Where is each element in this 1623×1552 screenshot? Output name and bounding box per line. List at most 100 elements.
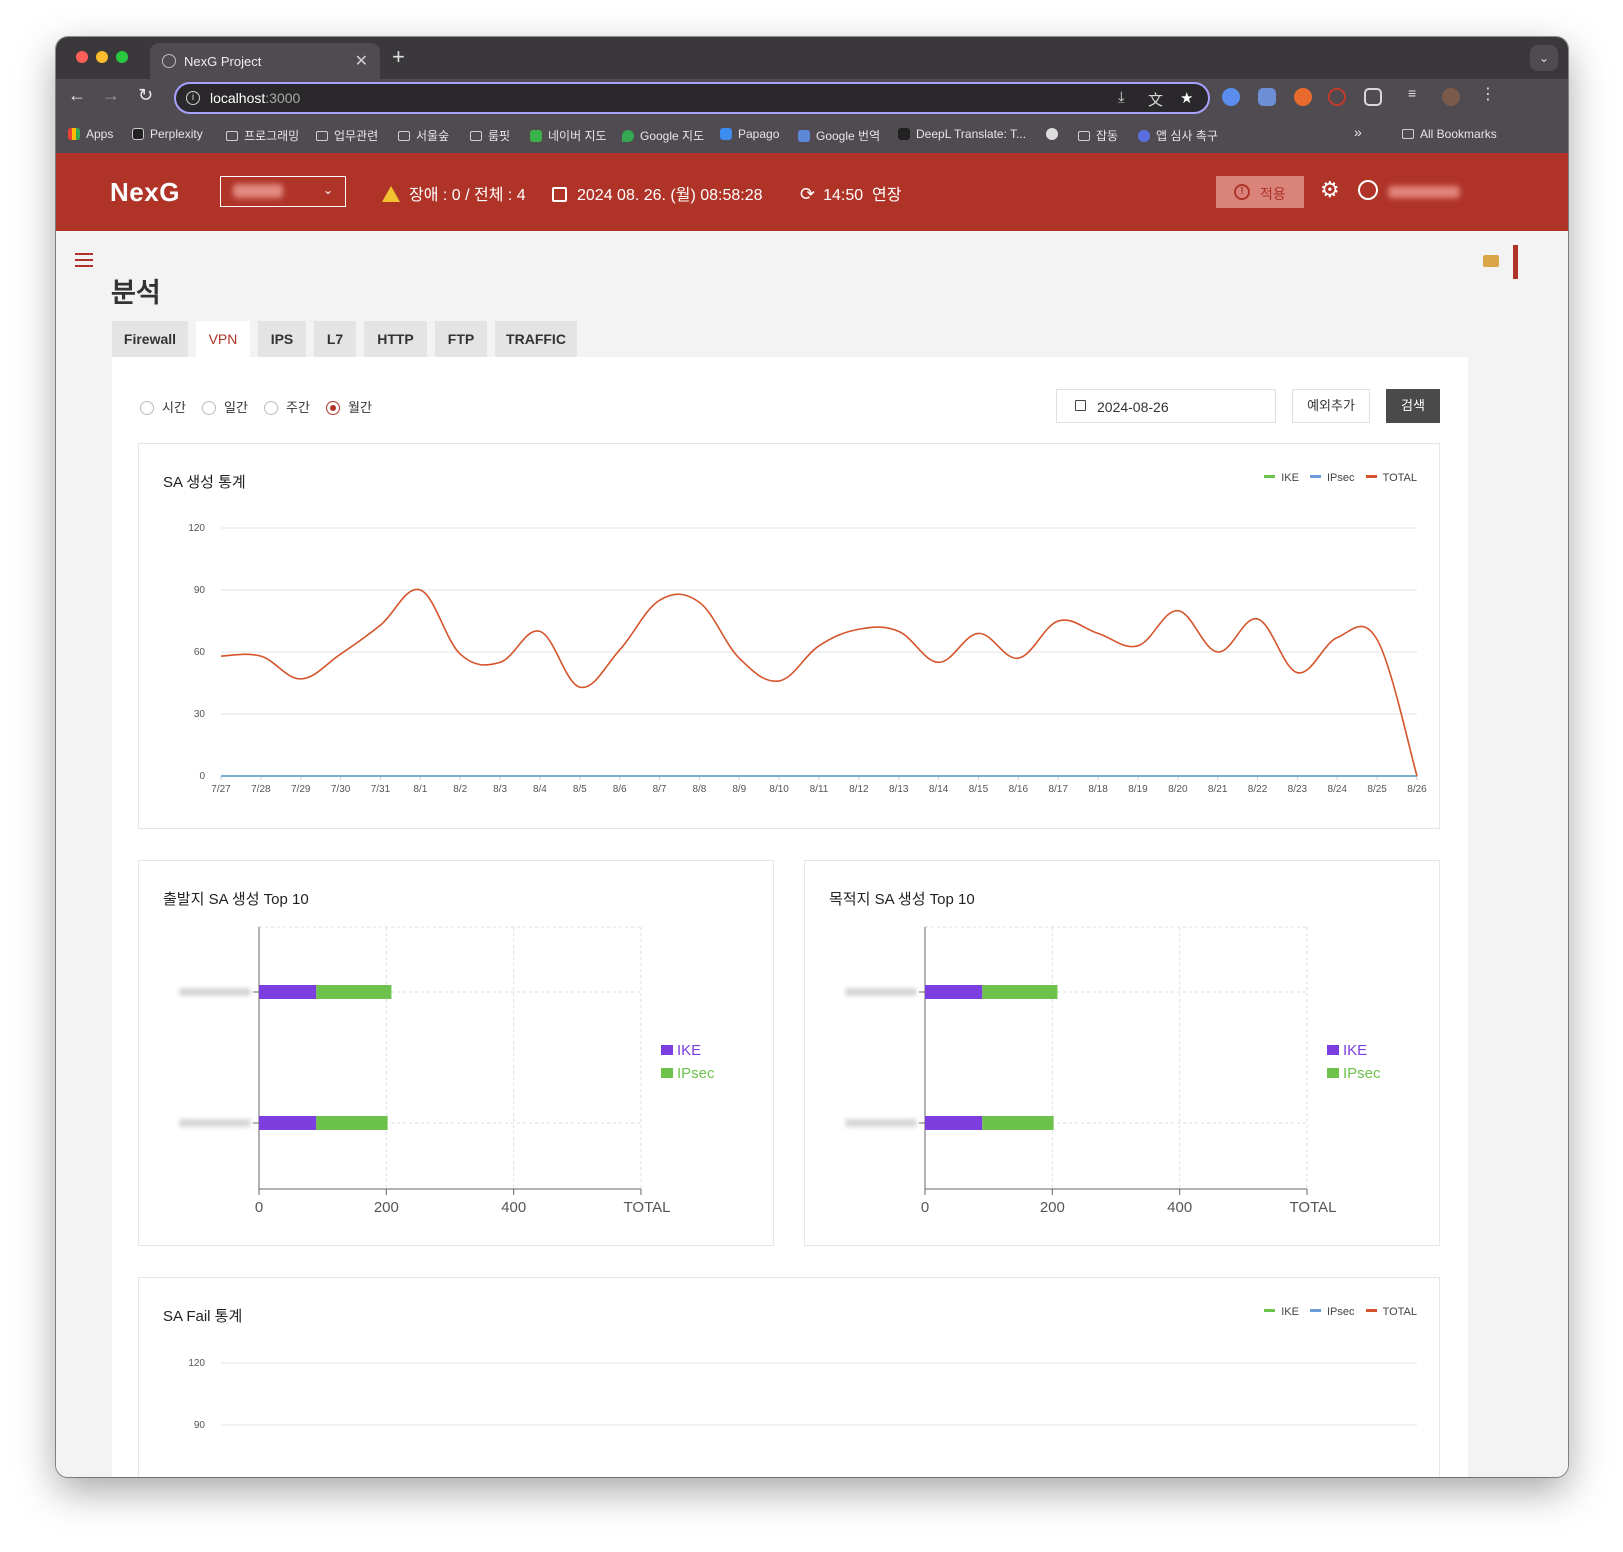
bookmark-apps[interactable]: Apps xyxy=(68,127,113,141)
bookmark-deepl[interactable]: DeepL Translate: T... xyxy=(898,127,1026,141)
bookmarks-overflow-button[interactable]: » xyxy=(1354,124,1362,140)
back-arrow-icon[interactable]: ← xyxy=(68,85,86,106)
bookmark-folder-programming[interactable]: 프로그래밍 xyxy=(226,127,299,144)
x-tick-label: 8/23 xyxy=(1288,784,1308,795)
close-window-button[interactable] xyxy=(76,51,88,63)
address-bar[interactable]: i localhost:3000 ⤓ 文 ★ xyxy=(174,82,1210,114)
naver-map-icon xyxy=(530,130,542,142)
bookmark-folder-misc[interactable]: 잡동 xyxy=(1078,127,1118,144)
all-bookmarks-folder[interactable]: All Bookmarks xyxy=(1402,127,1497,141)
source-top10-bar-chart: 0 200 400 TOTAL IKE IPsec xyxy=(179,926,715,1216)
bookmark-folder-work[interactable]: 업무관련 xyxy=(316,127,378,144)
menu-icon[interactable] xyxy=(75,253,93,271)
legend-swatch-ipsec xyxy=(1327,1068,1339,1078)
new-tab-button[interactable]: + xyxy=(392,44,405,70)
google-translate-icon xyxy=(798,130,810,142)
site-info-icon[interactable]: i xyxy=(186,91,200,105)
bookmark-papago[interactable]: Papago xyxy=(720,127,779,141)
globe-icon xyxy=(1046,128,1058,140)
folder-icon[interactable] xyxy=(1483,255,1499,267)
device-select[interactable]: ⌄ xyxy=(220,176,346,207)
x-tick-label: 8/1 xyxy=(413,784,427,795)
close-tab-icon[interactable]: ✕ xyxy=(355,51,368,71)
radio-circle xyxy=(140,401,154,415)
x-tick-label: 7/29 xyxy=(291,784,311,795)
search-button[interactable]: 검색 xyxy=(1386,389,1440,423)
x-tick-label: 8/16 xyxy=(1009,784,1029,795)
legend-swatch-ike xyxy=(661,1045,673,1055)
tab-http[interactable]: HTTP xyxy=(364,321,427,357)
session-timer[interactable]: ⟳ 14:50 연장 xyxy=(800,181,901,205)
user-name[interactable] xyxy=(1388,186,1460,198)
bar-ike xyxy=(925,1116,983,1130)
x-tick-label: 0 xyxy=(255,1199,263,1216)
bookmark-naver-map[interactable]: 네이버 지도 xyxy=(530,127,607,144)
bookmark-app-review[interactable]: 앱 심사 촉구 xyxy=(1138,127,1218,144)
y-tick-label: 90 xyxy=(194,585,206,596)
minimize-window-button[interactable] xyxy=(96,51,108,63)
period-radio-hour[interactable]: 시간 xyxy=(140,397,186,416)
apply-button-label: 적용 xyxy=(1260,186,1286,202)
reload-icon[interactable]: ↻ xyxy=(138,85,153,106)
user-icon[interactable] xyxy=(1358,180,1378,200)
bookmark-globe[interactable] xyxy=(1046,127,1064,141)
tab-ips[interactable]: IPS xyxy=(258,321,306,357)
x-tick-label: 8/26 xyxy=(1407,784,1427,795)
extension-icon[interactable] xyxy=(1222,88,1240,106)
folder-icon xyxy=(226,131,238,141)
zoom-window-button[interactable] xyxy=(116,51,128,63)
calendar-icon xyxy=(1075,400,1086,411)
period-radio-week[interactable]: 주간 xyxy=(264,397,310,416)
browser-tab[interactable]: NexG Project ✕ xyxy=(150,43,380,79)
apps-grid-icon xyxy=(68,128,80,140)
browser-menu-icon[interactable]: ⋮ xyxy=(1480,84,1498,103)
install-app-icon[interactable]: ⤓ xyxy=(1118,89,1125,106)
date-picker[interactable]: 2024-08-26 xyxy=(1056,389,1276,423)
period-radio-month[interactable]: 월간 xyxy=(326,397,372,416)
tab-search-button[interactable]: ⌄ xyxy=(1530,45,1558,71)
category-label-redacted xyxy=(179,1119,251,1127)
bookmark-folder-seoulsoop[interactable]: 서울숲 xyxy=(398,127,449,144)
y-tick-label: 90 xyxy=(194,1420,206,1431)
bookmark-perplexity[interactable]: Perplexity xyxy=(132,127,203,141)
gear-icon[interactable]: ⚙ xyxy=(1320,177,1340,203)
google-translate-extension-icon[interactable] xyxy=(1258,88,1276,106)
x-tick-label: 8/13 xyxy=(889,784,909,795)
y-tick-label: 30 xyxy=(194,709,206,720)
x-tick-label: 8/19 xyxy=(1128,784,1148,795)
x-tick-label: 8/2 xyxy=(453,784,467,795)
bookmark-star-icon[interactable]: ★ xyxy=(1180,89,1193,107)
tab-ftp[interactable]: FTP xyxy=(435,321,487,357)
sa-fail-line-chart: 90 120 xyxy=(188,1358,1417,1431)
folder-icon xyxy=(1078,131,1090,141)
tab-l7[interactable]: L7 xyxy=(314,321,356,357)
series-line-total xyxy=(220,588,1418,777)
translate-icon[interactable]: 文 xyxy=(1148,89,1163,110)
apply-button[interactable]: ! 적용 xyxy=(1216,176,1304,208)
forward-arrow-icon[interactable]: → xyxy=(102,85,120,106)
y-tick-label: 60 xyxy=(194,647,206,658)
extension-orange-icon[interactable] xyxy=(1294,88,1312,106)
bookmark-google-maps[interactable]: Google 지도 xyxy=(622,127,704,144)
record-extension-icon[interactable] xyxy=(1328,88,1346,106)
extensions-puzzle-icon[interactable] xyxy=(1364,88,1382,106)
category-label-redacted xyxy=(845,1119,917,1127)
side-panel-handle[interactable] xyxy=(1513,245,1518,279)
period-radio-day[interactable]: 일간 xyxy=(202,397,248,416)
profile-avatar[interactable] xyxy=(1442,88,1460,106)
bar-ipsec xyxy=(316,1116,388,1130)
bookmark-folder-roomfit[interactable]: 룸핏 xyxy=(470,127,510,144)
bookmark-google-translate[interactable]: Google 번역 xyxy=(798,127,880,144)
timer-icon: ⟳ xyxy=(800,184,816,204)
category-label-redacted xyxy=(845,988,917,996)
tab-firewall[interactable]: Firewall xyxy=(112,321,188,357)
x-tick-label: TOTAL xyxy=(1290,1199,1337,1216)
tab-vpn[interactable]: VPN xyxy=(196,321,250,357)
tab-traffic[interactable]: TRAFFIC xyxy=(495,321,577,357)
x-tick-label: 7/31 xyxy=(371,784,391,795)
reading-list-icon[interactable]: ≡ xyxy=(1408,85,1426,103)
deepl-icon xyxy=(898,128,910,140)
add-exception-button[interactable]: 예외추가 xyxy=(1292,389,1370,423)
url-text: localhost:3000 xyxy=(210,90,301,106)
app-logo[interactable]: NexG xyxy=(110,177,180,208)
